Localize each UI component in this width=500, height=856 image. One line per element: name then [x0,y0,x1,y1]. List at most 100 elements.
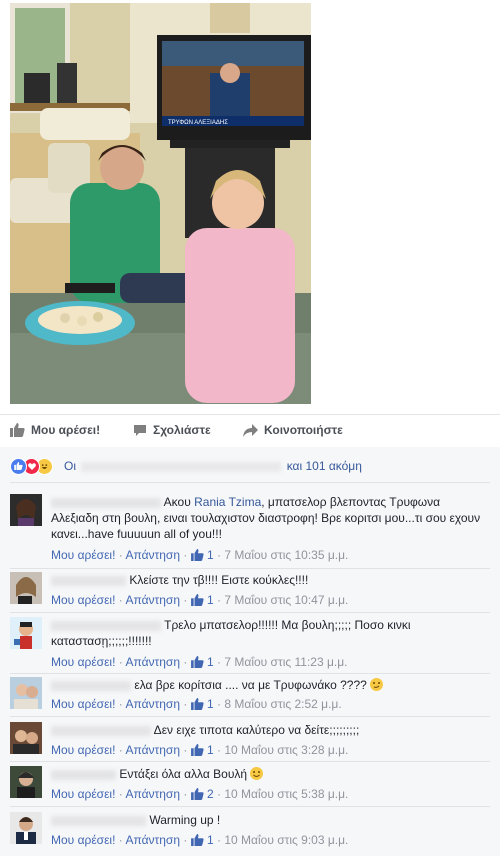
comment-divider [10,673,490,674]
reactions-icons[interactable] [10,457,53,475]
comment-reply-link[interactable]: Απάντηση [125,593,180,607]
thumbs-up-icon [190,656,204,668]
comment-meta: Μου αρέσει! · Απάντηση · 1 · 10 Μαΐου στ… [51,833,349,847]
share-action-label: Κοινοποιήστε [264,423,343,437]
thumbs-up-icon [10,423,25,437]
share-action-button[interactable]: Κοινοποιήστε [243,423,343,437]
comment-like-link[interactable]: Μου αρέσει! [51,593,115,607]
comment-text: Warming up ! [51,812,486,828]
comment-divider [10,761,490,762]
commenter-name[interactable] [51,497,161,508]
comment-body-pre: Ακου [163,495,191,509]
comment-body: Εντάξει όλα αλλα Βουλή [119,767,248,781]
comment-text: Εντάξει όλα αλλα Βουλή [51,766,486,782]
comment-body: ελα βρε κορίτσια .... να με Τρυφωνάκο ??… [134,678,367,692]
comment-divider [10,568,490,569]
thumbs-up-icon [190,594,204,606]
comment-timestamp[interactable]: 8 Μαΐου στις 2:52 μ.μ. [224,697,341,711]
comment-item: Τρελο μπατσελορ!!!!!! Μα βουλη;;;;; Ποσο… [10,617,490,671]
comment-reply-link[interactable]: Απάντηση [125,548,180,562]
comment-like-link[interactable]: Μου αρέσει! [51,787,115,801]
comment-item: Ακου Rania Tzima, μπατσελορ βλεποντας Τρ… [10,494,490,564]
comment-timestamp[interactable]: 7 Μαΐου στις 10:47 μ.μ. [224,593,348,607]
comment-divider [10,716,490,717]
comment-item: Εντάξει όλα αλλα Βουλή Μου αρέσει! · Απά… [10,766,490,802]
comment-like-link[interactable]: Μου αρέσει! [51,697,115,711]
comment-reply-link[interactable]: Απάντηση [125,787,180,801]
commenter-name[interactable] [51,725,151,736]
comment-meta: Μου αρέσει! · Απάντηση · 1 · 8 Μαΐου στι… [51,697,342,711]
thumbs-up-icon [190,834,204,846]
comment-reply-link[interactable]: Απάντηση [125,697,180,711]
comment-action-label: Σχολιάστε [153,423,211,437]
comment-timestamp[interactable]: 10 Μαΐου στις 9:03 μ.μ. [224,833,348,847]
smirk-emoji-icon [370,678,384,691]
comment-like-link[interactable]: Μου αρέσει! [51,743,115,757]
comment-like-count[interactable]: 1 [207,548,214,562]
comment-body: Warming up ! [149,813,221,827]
comment-like-count[interactable]: 1 [207,743,214,757]
comment-like-link[interactable]: Μου αρέσει! [51,833,115,847]
comment-text: ελα βρε κορίτσια .... να με Τρυφωνάκο ??… [51,677,486,693]
comment-like-count[interactable]: 1 [207,697,214,711]
reactions-summary[interactable]: Οι και 101 ακόμη [64,459,362,473]
comment-bubble-icon [134,424,146,436]
avatar[interactable] [10,617,42,649]
comment-like-count[interactable]: 2 [207,787,214,801]
like-action-button[interactable]: Μου αρέσει! [10,423,100,437]
comment-item: ελα βρε κορίτσια .... να με Τρυφωνάκο ??… [10,677,490,713]
like-reaction-icon [10,457,27,475]
reactions-divider [10,482,490,483]
comment-like-link[interactable]: Μου αρέσει! [51,655,115,669]
comment-mention[interactable]: Rania Tzima [194,495,261,509]
comment-timestamp[interactable]: 10 Μαΐου στις 3:28 μ.μ. [224,743,348,757]
comment-reply-link[interactable]: Απάντηση [125,655,180,669]
reactions-prefix: Οι [64,459,76,473]
thumbs-up-icon [190,744,204,756]
photo-illustration: ΤΡΥΦΩΝ ΑΛΕΞΙΑΔΗΣ [10,3,311,404]
comment-item: Δεν ειχε τιποτα καλύτερο να δείτε;;;;;;;… [10,722,490,758]
tv-caption: ΤΡΥΦΩΝ ΑΛΕΞΙΑΔΗΣ [168,120,228,126]
comment-meta: Μου αρέσει! · Απάντηση · 2 · 10 Μαΐου στ… [51,787,349,801]
comment-like-link[interactable]: Μου αρέσει! [51,548,115,562]
reactions-suffix: και 101 ακόμη [286,459,362,473]
comment-timestamp[interactable]: 10 Μαΐου στις 5:38 μ.μ. [224,787,348,801]
smile-emoji-icon [250,767,264,780]
like-action-label: Μου αρέσει! [31,423,101,437]
post-photo[interactable]: ΤΡΥΦΩΝ ΑΛΕΞΙΑΔΗΣ [10,3,311,404]
avatar[interactable] [10,677,42,709]
comment-reply-link[interactable]: Απάντηση [125,743,180,757]
comment-reply-link[interactable]: Απάντηση [125,833,180,847]
avatar[interactable] [10,722,42,754]
avatar[interactable] [10,812,42,844]
thumbs-up-icon [190,788,204,800]
comment-meta: Μου αρέσει! · Απάντηση · 1 · 10 Μαΐου στ… [51,743,349,757]
comment-timestamp[interactable]: 7 Μαΐου στις 10:35 μ.μ. [224,548,348,562]
avatar[interactable] [10,572,42,604]
comment-like-count[interactable]: 1 [207,655,214,669]
comment-item: Warming up ! Μου αρέσει! · Απάντηση · 1 … [10,812,490,848]
thumbs-up-icon [190,549,204,561]
comment-like-count[interactable]: 1 [207,833,214,847]
thumbs-up-icon [190,698,204,710]
avatar[interactable] [10,766,42,798]
comment-text: Ακου Rania Tzima, μπατσελορ βλεποντας Τρ… [51,494,486,542]
share-arrow-icon [243,423,258,437]
comment-text: Κλείστε την τβ!!!! Ειστε κούκλες!!!! [51,572,486,588]
comment-timestamp[interactable]: 7 Μαΐου στις 11:23 μ.μ. [224,655,347,669]
commenter-name[interactable] [51,769,116,780]
redacted-names [81,461,282,472]
avatar[interactable] [10,494,42,526]
comment-meta: Μου αρέσει! · Απάντηση · 1 · 7 Μαΐου στι… [51,593,349,607]
commenter-name[interactable] [51,575,126,586]
comment-body: Κλείστε την τβ!!!! Ειστε κούκλες!!!! [129,573,309,587]
commenter-name[interactable] [51,620,161,631]
commenter-name[interactable] [51,680,131,691]
comment-like-count[interactable]: 1 [207,593,214,607]
commenter-name[interactable] [51,815,146,826]
comment-action-button[interactable]: Σχολιάστε [133,423,211,437]
comment-body: Δεν ειχε τιποτα καλύτερο να δείτε;;;;;;;… [153,723,360,737]
comment-meta: Μου αρέσει! · Απάντηση · 1 · 7 Μαΐου στι… [51,548,349,562]
comment-text: Τρελο μπατσελορ!!!!!! Μα βουλη;;;;; Ποσο… [51,617,486,649]
comment-divider [10,806,490,807]
